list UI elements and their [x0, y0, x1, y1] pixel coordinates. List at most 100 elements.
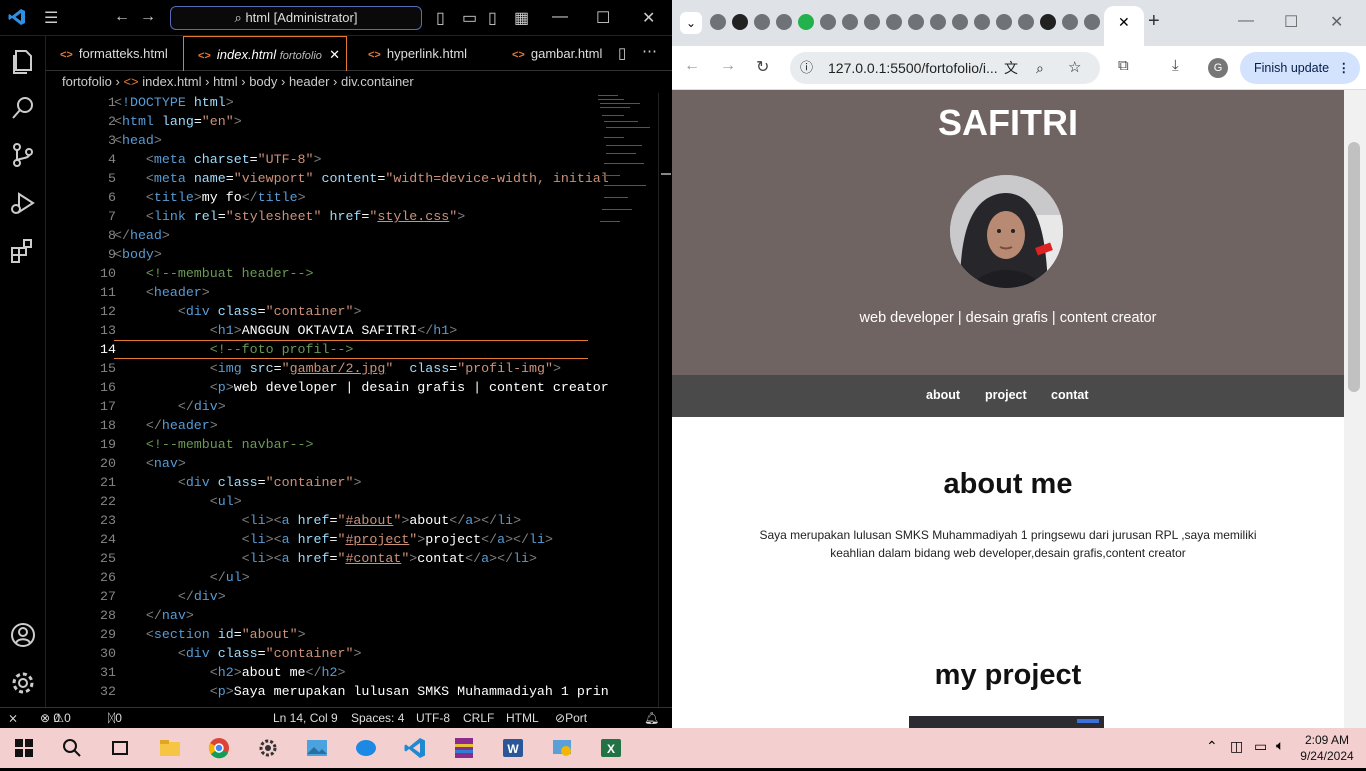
- address-bar[interactable]: ⓘ 127.0.0.1:5500/fortofolio/i... 文 ⌕ ☆: [790, 52, 1100, 84]
- code-line[interactable]: 6 <title>my fo</title>: [46, 188, 606, 207]
- editor-scrollbar[interactable]: [658, 93, 672, 707]
- indentation[interactable]: Spaces: 4: [351, 708, 404, 729]
- tab-favicon-github[interactable]: [732, 14, 748, 30]
- code-line[interactable]: 23 <li><a href="#about">about</a></li>: [46, 511, 606, 530]
- source-control-icon[interactable]: [8, 140, 38, 170]
- code-line[interactable]: 11 <header>: [46, 283, 606, 302]
- toggle-secondary-sidebar-icon[interactable]: ▯: [488, 8, 497, 28]
- extensions-icon[interactable]: [8, 236, 38, 266]
- site-info-icon[interactable]: ⓘ: [800, 52, 813, 84]
- code-line[interactable]: 10 <!--membuat header-->: [46, 264, 606, 283]
- tab-favicon[interactable]: [952, 14, 968, 30]
- code-line[interactable]: 14 <!--foto profil-->: [46, 340, 606, 359]
- more-actions-icon[interactable]: ⋯: [642, 42, 657, 60]
- code-line[interactable]: 27 </div>: [46, 587, 606, 606]
- back-arrow-icon[interactable]: ←: [114, 8, 130, 26]
- nav-link-contat[interactable]: contat: [1051, 388, 1089, 402]
- breadcrumb-item[interactable]: fortofolio: [62, 74, 112, 89]
- tab-favicon[interactable]: [908, 14, 924, 30]
- tab-close-icon[interactable]: ✕: [329, 37, 340, 72]
- breadcrumb-item[interactable]: index.html: [142, 74, 201, 89]
- code-line[interactable]: 3 <head>: [46, 131, 606, 150]
- meet-now-icon[interactable]: ◫: [1230, 738, 1243, 755]
- volume-icon[interactable]: 🔈︎: [1276, 737, 1284, 754]
- network-icon[interactable]: ▭: [1254, 738, 1267, 755]
- download-icon[interactable]: ⤓: [1172, 57, 1179, 74]
- tab-index[interactable]: <> index.html fortofolio ✕: [183, 36, 347, 71]
- explorer-icon[interactable]: [8, 46, 38, 76]
- account-icon[interactable]: [8, 620, 38, 650]
- tab-gambar[interactable]: <> gambar.html: [498, 36, 616, 71]
- minimize-icon[interactable]: —: [1238, 12, 1254, 30]
- run-debug-icon[interactable]: [8, 188, 38, 218]
- tab-hyperlink[interactable]: <> hyperlink.html: [354, 36, 494, 71]
- remote-indicator-icon[interactable]: ⨯: [8, 708, 18, 729]
- code-line[interactable]: 19 <!--membuat navbar-->: [46, 435, 606, 454]
- code-line[interactable]: 20 <nav>: [46, 454, 606, 473]
- code-line[interactable]: 28 </nav>: [46, 606, 606, 625]
- tab-formatteks[interactable]: <> formatteks.html: [46, 36, 182, 71]
- cursor-position[interactable]: Ln 14, Col 9: [273, 708, 338, 729]
- tab-favicon[interactable]: [776, 14, 792, 30]
- profile-avatar[interactable]: G: [1208, 58, 1228, 78]
- search-icon[interactable]: [60, 736, 84, 760]
- word-icon[interactable]: W: [501, 736, 525, 760]
- breadcrumb-item[interactable]: div.container: [341, 74, 414, 89]
- network-app-icon[interactable]: [550, 736, 574, 760]
- chrome-icon[interactable]: [207, 736, 231, 760]
- file-explorer-icon[interactable]: [158, 736, 182, 760]
- code-line[interactable]: 26 </ul>: [46, 568, 606, 587]
- code-line[interactable]: 29 <section id="about">: [46, 625, 606, 644]
- breadcrumb-item[interactable]: header: [289, 74, 329, 89]
- maximize-icon[interactable]: ☐: [596, 8, 610, 28]
- scrollbar-thumb[interactable]: [661, 173, 671, 175]
- tab-favicon[interactable]: [1084, 14, 1100, 30]
- close-icon[interactable]: ✕: [642, 8, 655, 28]
- active-tab[interactable]: ✕: [1104, 6, 1144, 46]
- back-icon[interactable]: ←: [684, 57, 700, 75]
- extensions-puzzle-icon[interactable]: ⧉: [1118, 57, 1129, 74]
- photos-icon[interactable]: [305, 736, 329, 760]
- code-line[interactable]: 8 </head>: [46, 226, 606, 245]
- tab-favicon[interactable]: [864, 14, 880, 30]
- code-line[interactable]: 18 </header>: [46, 416, 606, 435]
- customize-layout-icon[interactable]: ▦: [514, 8, 529, 28]
- toggle-sidebar-icon[interactable]: ▯: [436, 8, 445, 28]
- code-line[interactable]: 31 <h2>about me</h2>: [46, 663, 606, 682]
- toggle-panel-icon[interactable]: ▭: [462, 8, 477, 28]
- tab-search-button[interactable]: ⌄: [680, 12, 702, 34]
- tab-close-icon[interactable]: ✕: [1118, 14, 1130, 31]
- windows-start-icon[interactable]: [12, 736, 36, 760]
- code-line[interactable]: 2 <html lang="en">: [46, 112, 606, 131]
- minimize-icon[interactable]: —: [552, 8, 568, 26]
- scrollbar-thumb[interactable]: [1348, 142, 1360, 392]
- elephant-app-icon[interactable]: [354, 736, 378, 760]
- code-line[interactable]: 21 <div class="container">: [46, 473, 606, 492]
- notifications-bell-icon[interactable]: 🔔︎: [644, 708, 659, 729]
- code-line[interactable]: 32 <p>Saya merupakan lulusan SMKS Muhamm…: [46, 682, 609, 701]
- minimap[interactable]: [596, 93, 658, 233]
- code-line[interactable]: 16 <p>web developer | desain grafis | co…: [46, 378, 609, 397]
- command-center-search[interactable]: ⌕ html [Administrator]: [170, 6, 422, 30]
- maximize-icon[interactable]: ☐: [1284, 12, 1298, 32]
- code-line[interactable]: 1 <!DOCTYPE html>: [46, 93, 606, 112]
- language-mode[interactable]: HTML: [506, 708, 539, 729]
- ports-indicator[interactable]: ᛞ 0: [108, 708, 122, 729]
- tab-favicon[interactable]: [820, 14, 836, 30]
- code-line[interactable]: 5 <meta name="viewport" content="width=d…: [46, 169, 609, 188]
- new-tab-icon[interactable]: +: [1148, 10, 1160, 33]
- menu-icon[interactable]: ☰: [44, 8, 58, 28]
- settings-gear-icon[interactable]: [8, 668, 38, 698]
- bookmark-star-icon[interactable]: ☆: [1068, 52, 1081, 84]
- code-line[interactable]: 24 <li><a href="#project">project</a></l…: [46, 530, 606, 549]
- tab-favicon[interactable]: [1062, 14, 1078, 30]
- tab-favicon[interactable]: [1018, 14, 1034, 30]
- encoding[interactable]: UTF-8: [416, 708, 450, 729]
- tab-favicon[interactable]: [930, 14, 946, 30]
- tab-favicon[interactable]: [842, 14, 858, 30]
- tab-favicon[interactable]: [886, 14, 902, 30]
- search-icon[interactable]: [8, 93, 38, 123]
- code-line[interactable]: 15 <img src="gambar/2.jpg" class="profil…: [46, 359, 606, 378]
- vscode-icon[interactable]: [403, 736, 427, 760]
- nav-link-project[interactable]: project: [985, 388, 1027, 402]
